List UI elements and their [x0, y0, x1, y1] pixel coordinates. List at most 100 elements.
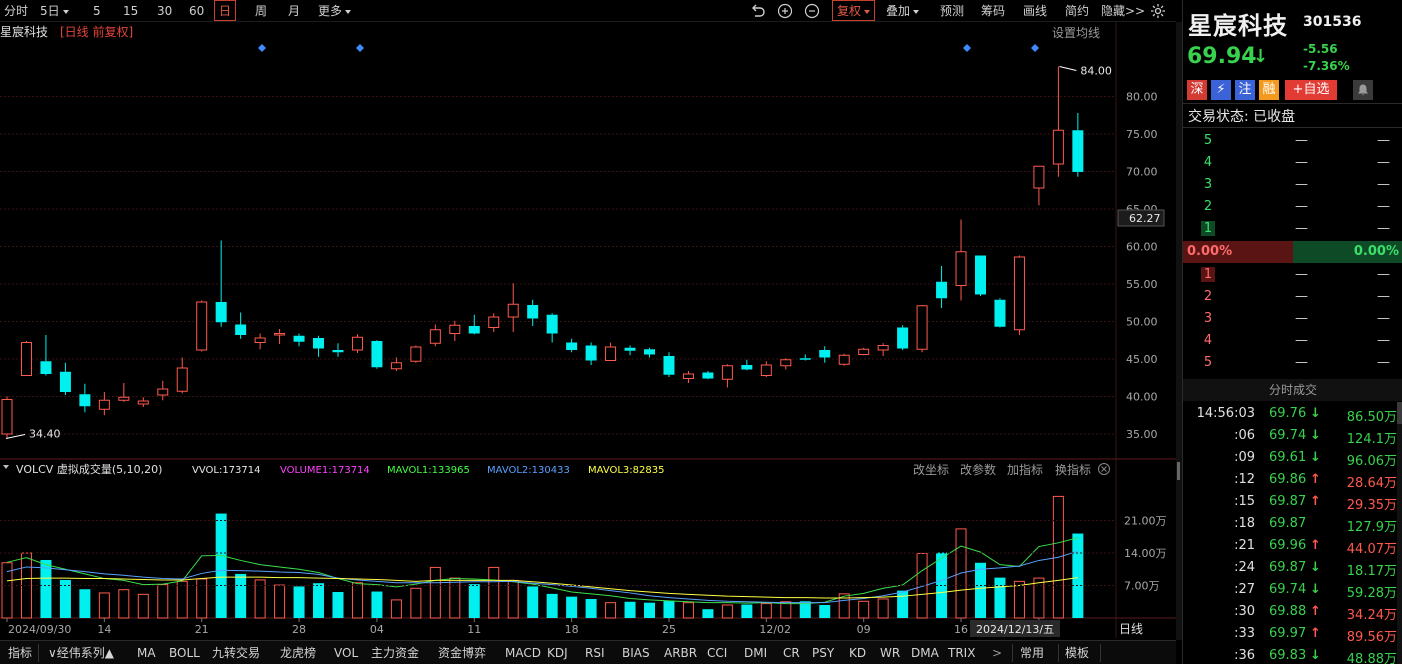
- indicator-tab[interactable]: 资金博弈: [438, 644, 486, 662]
- hide-panel-button[interactable]: 隐藏>>: [1101, 2, 1145, 20]
- close-icon[interactable]: [1098, 463, 1110, 475]
- add-watchlist-button[interactable]: +自选: [1285, 80, 1337, 100]
- tick-price: 69.87: [1269, 516, 1307, 531]
- tick-row[interactable]: :12 69.86 ↑ 28.64万: [1183, 469, 1402, 491]
- tick-row[interactable]: :09 69.61 ↓ 96.06万: [1183, 447, 1402, 469]
- bid-row: 3 — —: [1183, 308, 1402, 330]
- ask-volume: —: [1377, 133, 1390, 148]
- period-tab-timeshare[interactable]: 分时: [4, 2, 28, 20]
- tick-row[interactable]: :30 69.88 ↑ 34.24万: [1183, 601, 1402, 623]
- indicator-tab[interactable]: 指标: [8, 644, 32, 662]
- lightning-badge-icon[interactable]: ⚡: [1211, 80, 1231, 100]
- draw-line-button[interactable]: 画线: [1023, 2, 1047, 20]
- kline-chart-area[interactable]: 星宸科技 [日线 前复权] 设置均线 80.0075.0070.0065.006…: [0, 22, 1176, 638]
- registered-badge[interactable]: 注: [1235, 80, 1255, 100]
- event-diamond-icon[interactable]: [356, 44, 364, 52]
- indicator-tab[interactable]: MA: [137, 644, 156, 662]
- indicator-tab[interactable]: TRIX: [948, 644, 975, 662]
- tick-row[interactable]: :21 69.96 ↑ 44.07万: [1183, 535, 1402, 557]
- volume-bar-down: [546, 593, 558, 618]
- tick-row[interactable]: :36 69.83 ↓ 48.88万: [1183, 645, 1402, 664]
- change-params-link[interactable]: 改参数: [960, 462, 996, 477]
- more-periods-dropdown[interactable]: 更多: [318, 2, 352, 20]
- bid-row: 4 — —: [1183, 330, 1402, 352]
- candle-body-down: [566, 342, 578, 350]
- indicator-tab[interactable]: 常用: [1020, 644, 1044, 662]
- indicator-tab[interactable]: 主力资金: [371, 644, 419, 662]
- swap-indicator-link[interactable]: 换指标: [1055, 462, 1091, 477]
- bell-icon[interactable]: [1353, 80, 1373, 100]
- tick-scrollbar[interactable]: [1397, 402, 1402, 664]
- period-tab-day[interactable]: 日: [214, 0, 237, 21]
- volume-bar-up: [605, 602, 617, 619]
- undo-icon[interactable]: [750, 3, 766, 21]
- indicator-tab[interactable]: CR: [783, 644, 800, 662]
- volume-bar-up: [196, 578, 208, 619]
- zoom-in-icon[interactable]: [777, 3, 793, 21]
- volume-indicator-name: VOLCV 虚拟成交量(5,10,20): [16, 462, 162, 476]
- down-arrow-icon: ↓: [1253, 46, 1269, 67]
- forecast-button[interactable]: 预测: [940, 2, 964, 20]
- indicator-tab[interactable]: 模板: [1065, 644, 1089, 662]
- indicator-tab[interactable]: VOL: [334, 644, 358, 662]
- indicator-tab[interactable]: 九转交易: [212, 644, 260, 662]
- indicator-tab[interactable]: KDJ: [547, 644, 568, 662]
- tab-separator: [1100, 644, 1101, 662]
- adjust-dropdown[interactable]: 复权: [832, 0, 876, 21]
- market-sz-badge[interactable]: 深: [1187, 80, 1207, 100]
- splitter-grip-icon[interactable]: [1177, 462, 1180, 480]
- tick-row[interactable]: :24 69.87 ↓ 18.17万: [1183, 557, 1402, 579]
- chips-button[interactable]: 筹码: [981, 2, 1005, 20]
- volume-bar-down: [975, 562, 986, 618]
- period-tab-15min[interactable]: 15: [123, 2, 138, 20]
- event-diamond-icon[interactable]: [963, 44, 971, 52]
- tick-row[interactable]: :33 69.97 ↑ 89.56万: [1183, 623, 1402, 645]
- indicator-tab[interactable]: CCI: [707, 644, 727, 662]
- bid-volume: —: [1377, 355, 1390, 370]
- indicator-tab[interactable]: WR: [880, 644, 900, 662]
- tick-row[interactable]: :15 69.87 ↑ 29.35万: [1183, 491, 1402, 513]
- scrollbar-thumb[interactable]: [1397, 402, 1402, 424]
- settings-icon[interactable]: [1150, 3, 1166, 21]
- period-tab-month[interactable]: 月: [288, 2, 300, 20]
- indicator-tab[interactable]: 龙虎榜: [280, 644, 316, 662]
- period-tab-week[interactable]: 周: [255, 2, 267, 20]
- period-tab-30min[interactable]: 30: [157, 2, 172, 20]
- margin-badge[interactable]: 融: [1259, 80, 1279, 100]
- event-diamond-icon[interactable]: [1031, 44, 1039, 52]
- tick-row[interactable]: :18 69.87 127.9万: [1183, 513, 1402, 535]
- candle-body-up: [605, 346, 617, 361]
- indicator-tab[interactable]: DMA: [911, 644, 939, 662]
- period-tab-5min[interactable]: 5: [93, 2, 101, 20]
- ma-setting-link[interactable]: 设置均线: [1052, 26, 1100, 40]
- tick-row[interactable]: :06 69.74 ↓ 124.1万: [1183, 425, 1402, 447]
- change-axis-link[interactable]: 改坐标: [913, 463, 949, 477]
- volume-bar-down: [527, 586, 539, 618]
- tick-row[interactable]: 14:56:03 69.76 ↓ 86.50万: [1183, 403, 1402, 425]
- add-indicator-link[interactable]: 加指标: [1007, 462, 1043, 477]
- indicator-tab[interactable]: BIAS: [622, 644, 650, 662]
- overlay-dropdown[interactable]: 叠加: [886, 2, 920, 20]
- mavol3-value: MAVOL3:82835: [588, 465, 664, 476]
- candle-body-up: [507, 303, 519, 318]
- up-arrow-icon: ↑: [1310, 604, 1321, 619]
- indicator-tab[interactable]: PSY: [812, 644, 834, 662]
- divider: [1183, 103, 1402, 104]
- event-diamond-icon[interactable]: [258, 44, 266, 52]
- indicator-tab[interactable]: MACD: [505, 644, 541, 662]
- simple-mode-button[interactable]: 简约: [1065, 2, 1089, 20]
- tick-row[interactable]: :27 69.74 ↓ 59.28万: [1183, 579, 1402, 601]
- period-tab-5day[interactable]: 5日: [40, 2, 69, 20]
- indicator-tab[interactable]: ∨经伟系列▲: [48, 644, 114, 662]
- period-tab-60min[interactable]: 60: [189, 2, 204, 20]
- indicator-tab[interactable]: BOLL: [169, 644, 200, 662]
- indicator-tab[interactable]: KD: [849, 644, 866, 662]
- zoom-out-icon[interactable]: [804, 3, 820, 21]
- indicator-tab[interactable]: DMI: [744, 644, 767, 662]
- collapse-indicator-icon[interactable]: [3, 465, 9, 469]
- indicator-tab[interactable]: ARBR: [664, 644, 697, 662]
- indicator-tab[interactable]: RSI: [585, 644, 605, 662]
- kline-chart-svg[interactable]: 星宸科技 [日线 前复权] 设置均线 80.0075.0070.0065.006…: [0, 22, 1176, 638]
- indicator-tab[interactable]: >: [992, 644, 1002, 662]
- mavol1-value: MAVOL1:133965: [387, 465, 470, 476]
